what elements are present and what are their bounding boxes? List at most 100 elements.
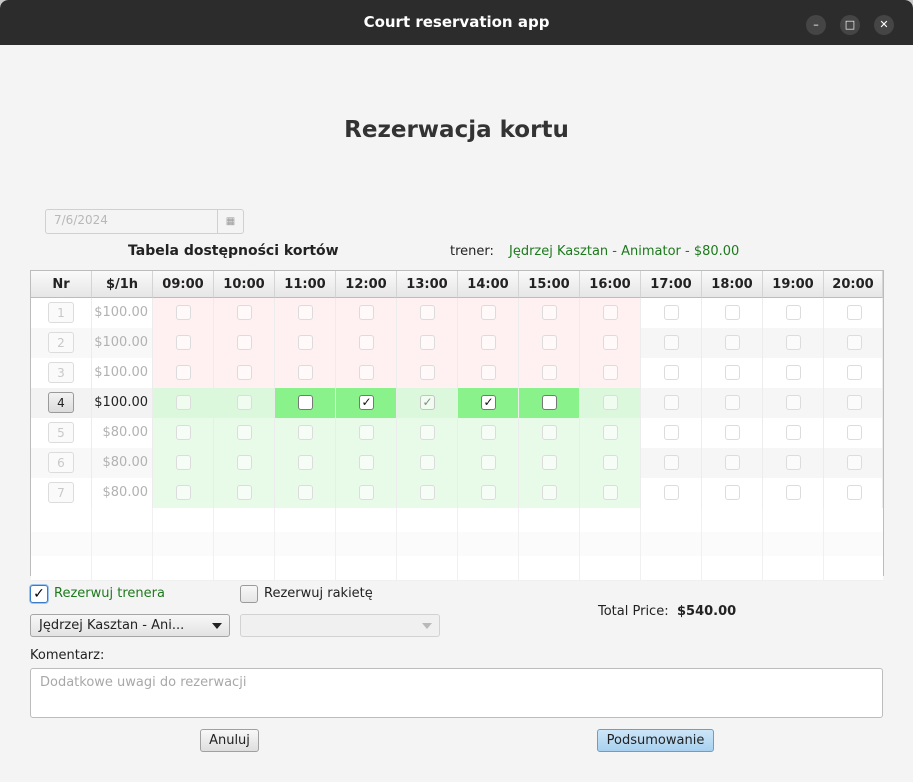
time-slot-checkbox[interactable]	[725, 485, 740, 500]
time-slot-checkbox[interactable]	[664, 425, 679, 440]
time-slot-checkbox[interactable]	[359, 365, 374, 380]
time-slot-checkbox[interactable]	[786, 335, 801, 350]
time-slot-checkbox[interactable]	[298, 425, 313, 440]
time-slot-checkbox[interactable]	[847, 335, 862, 350]
time-slot-checkbox[interactable]	[603, 365, 618, 380]
court-number-button[interactable]: 1	[48, 302, 74, 323]
time-slot-checkbox[interactable]	[786, 365, 801, 380]
time-slot-checkbox[interactable]	[664, 365, 679, 380]
time-slot-checkbox[interactable]	[237, 365, 252, 380]
time-slot-checkbox[interactable]	[237, 485, 252, 500]
column-header[interactable]: 18:00	[702, 271, 763, 298]
time-slot-checkbox[interactable]	[664, 305, 679, 320]
time-slot-checkbox[interactable]	[298, 305, 313, 320]
time-slot-checkbox[interactable]	[420, 365, 435, 380]
time-slot-checkbox[interactable]	[847, 425, 862, 440]
time-slot-checkbox[interactable]	[542, 425, 557, 440]
time-slot-checkbox[interactable]	[542, 485, 557, 500]
close-icon[interactable]: ✕	[874, 15, 894, 35]
time-slot-checkbox[interactable]	[542, 365, 557, 380]
time-slot-checkbox[interactable]	[786, 455, 801, 470]
court-number-button[interactable]: 6	[48, 452, 74, 473]
summary-button[interactable]: Podsumowanie	[597, 729, 714, 752]
time-slot-checkbox[interactable]	[359, 485, 374, 500]
time-slot-checkbox[interactable]	[481, 305, 496, 320]
time-slot-checkbox[interactable]	[603, 455, 618, 470]
time-slot-checkbox[interactable]	[237, 455, 252, 470]
column-header[interactable]: 12:00	[336, 271, 397, 298]
time-slot-checkbox[interactable]	[603, 395, 618, 410]
court-number-button[interactable]: 4	[48, 392, 74, 413]
time-slot-checkbox[interactable]	[664, 335, 679, 350]
time-slot-checkbox[interactable]	[603, 485, 618, 500]
time-slot-checkbox[interactable]	[725, 305, 740, 320]
column-header[interactable]: 17:00	[641, 271, 702, 298]
time-slot-checkbox[interactable]	[542, 335, 557, 350]
time-slot-checkbox[interactable]	[786, 395, 801, 410]
court-number-button[interactable]: 5	[48, 422, 74, 443]
time-slot-checkbox[interactable]	[359, 425, 374, 440]
time-slot-checkbox[interactable]	[176, 335, 191, 350]
time-slot-checkbox[interactable]	[664, 455, 679, 470]
time-slot-checkbox[interactable]	[542, 455, 557, 470]
time-slot-checkbox[interactable]	[237, 335, 252, 350]
time-slot-checkbox[interactable]	[481, 335, 496, 350]
time-slot-checkbox[interactable]	[542, 395, 557, 410]
time-slot-checkbox[interactable]	[298, 365, 313, 380]
time-slot-checkbox[interactable]	[359, 335, 374, 350]
maximize-icon[interactable]: □	[840, 15, 860, 35]
time-slot-checkbox[interactable]	[176, 365, 191, 380]
time-slot-checkbox[interactable]	[786, 305, 801, 320]
time-slot-checkbox[interactable]	[725, 365, 740, 380]
time-slot-checkbox[interactable]	[176, 395, 191, 410]
time-slot-checkbox[interactable]	[603, 305, 618, 320]
time-slot-checkbox[interactable]	[847, 395, 862, 410]
racket-checkbox-label[interactable]: Rezerwuj rakietę	[264, 586, 373, 601]
column-header[interactable]: 15:00	[519, 271, 580, 298]
time-slot-checkbox[interactable]	[603, 335, 618, 350]
time-slot-checkbox[interactable]	[298, 395, 313, 410]
calendar-icon[interactable]: ▦	[217, 210, 243, 233]
time-slot-checkbox[interactable]	[664, 395, 679, 410]
time-slot-checkbox[interactable]	[420, 485, 435, 500]
column-header[interactable]: 16:00	[580, 271, 641, 298]
trainer-select[interactable]: Jędrzej Kasztan - Ani...	[30, 614, 230, 637]
time-slot-checkbox[interactable]	[420, 425, 435, 440]
court-number-button[interactable]: 2	[48, 332, 74, 353]
time-slot-checkbox[interactable]	[481, 455, 496, 470]
time-slot-checkbox[interactable]: ✓	[481, 395, 496, 410]
column-header[interactable]: $/1h	[92, 271, 153, 298]
time-slot-checkbox[interactable]	[542, 305, 557, 320]
time-slot-checkbox[interactable]	[298, 455, 313, 470]
court-number-button[interactable]: 7	[48, 482, 74, 503]
column-header[interactable]: 10:00	[214, 271, 275, 298]
time-slot-checkbox[interactable]	[725, 335, 740, 350]
minimize-icon[interactable]: –	[806, 15, 826, 35]
time-slot-checkbox[interactable]	[481, 425, 496, 440]
comment-input[interactable]: Dodatkowe uwagi do rezerwacji	[30, 668, 883, 718]
time-slot-checkbox[interactable]	[359, 455, 374, 470]
time-slot-checkbox[interactable]	[725, 425, 740, 440]
time-slot-checkbox[interactable]	[786, 425, 801, 440]
column-header[interactable]: Nr	[31, 271, 92, 298]
time-slot-checkbox[interactable]	[664, 485, 679, 500]
time-slot-checkbox[interactable]	[481, 485, 496, 500]
time-slot-checkbox[interactable]	[420, 305, 435, 320]
time-slot-checkbox[interactable]	[176, 305, 191, 320]
time-slot-checkbox[interactable]	[725, 455, 740, 470]
time-slot-checkbox[interactable]	[786, 485, 801, 500]
trainer-checkbox-label[interactable]: Rezerwuj trenera	[54, 586, 165, 601]
column-header[interactable]: 20:00	[824, 271, 883, 298]
column-header[interactable]: 14:00	[458, 271, 519, 298]
court-number-button[interactable]: 3	[48, 362, 74, 383]
column-header[interactable]: 11:00	[275, 271, 336, 298]
column-header[interactable]: 09:00	[153, 271, 214, 298]
column-header[interactable]: 19:00	[763, 271, 824, 298]
time-slot-checkbox[interactable]	[847, 305, 862, 320]
time-slot-checkbox[interactable]	[420, 455, 435, 470]
time-slot-checkbox[interactable]: ✓	[420, 395, 435, 410]
time-slot-checkbox[interactable]	[237, 425, 252, 440]
time-slot-checkbox[interactable]	[176, 485, 191, 500]
time-slot-checkbox[interactable]	[237, 305, 252, 320]
time-slot-checkbox[interactable]	[847, 485, 862, 500]
